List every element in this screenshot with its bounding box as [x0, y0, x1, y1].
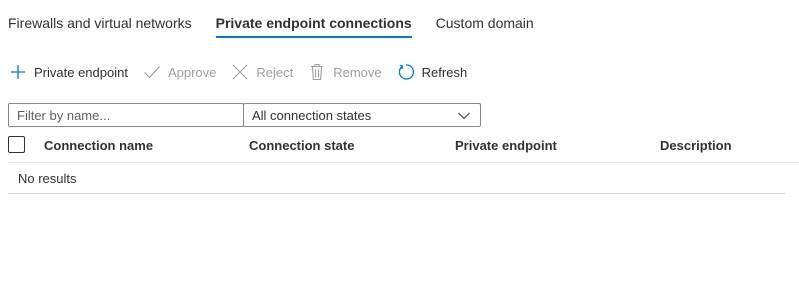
remove-label: Remove: [333, 64, 382, 80]
column-header-connection-name[interactable]: Connection name: [44, 132, 153, 162]
toolbar: Private endpoint Approve Reject Remove R…: [8, 60, 481, 84]
tab-bar: Firewalls and virtual networks Private e…: [8, 0, 558, 40]
filter-by-name-input[interactable]: [8, 103, 244, 127]
connection-state-selected: All connection states: [252, 107, 372, 123]
trash-icon: [307, 62, 327, 82]
table-header: Connection name Connection state Private…: [8, 132, 799, 163]
refresh-label: Refresh: [421, 64, 468, 80]
connection-state-dropdown[interactable]: All connection states: [243, 103, 481, 127]
chevron-down-icon: [458, 108, 470, 123]
add-private-endpoint-button[interactable]: Private endpoint: [8, 60, 128, 84]
select-all-checkbox[interactable]: [8, 136, 25, 153]
add-private-endpoint-label: Private endpoint: [34, 64, 128, 80]
remove-button[interactable]: Remove: [307, 60, 382, 84]
tab-firewalls-virtual-networks[interactable]: Firewalls and virtual networks: [8, 0, 192, 40]
column-header-description[interactable]: Description: [660, 132, 732, 162]
checkmark-icon: [142, 62, 162, 82]
reject-button[interactable]: Reject: [230, 60, 293, 84]
column-header-connection-state[interactable]: Connection state: [249, 132, 354, 162]
plus-icon: [8, 62, 28, 82]
refresh-button[interactable]: Refresh: [396, 60, 468, 84]
column-header-private-endpoint[interactable]: Private endpoint: [455, 132, 557, 162]
approve-button[interactable]: Approve: [142, 60, 216, 84]
approve-label: Approve: [167, 64, 217, 80]
tab-private-endpoint-connections[interactable]: Private endpoint connections: [215, 0, 412, 40]
reject-label: Reject: [256, 64, 294, 80]
close-icon: [230, 62, 250, 82]
tab-custom-domain[interactable]: Custom domain: [436, 0, 534, 40]
empty-results-row: No results: [8, 163, 785, 194]
refresh-icon: [396, 62, 416, 82]
